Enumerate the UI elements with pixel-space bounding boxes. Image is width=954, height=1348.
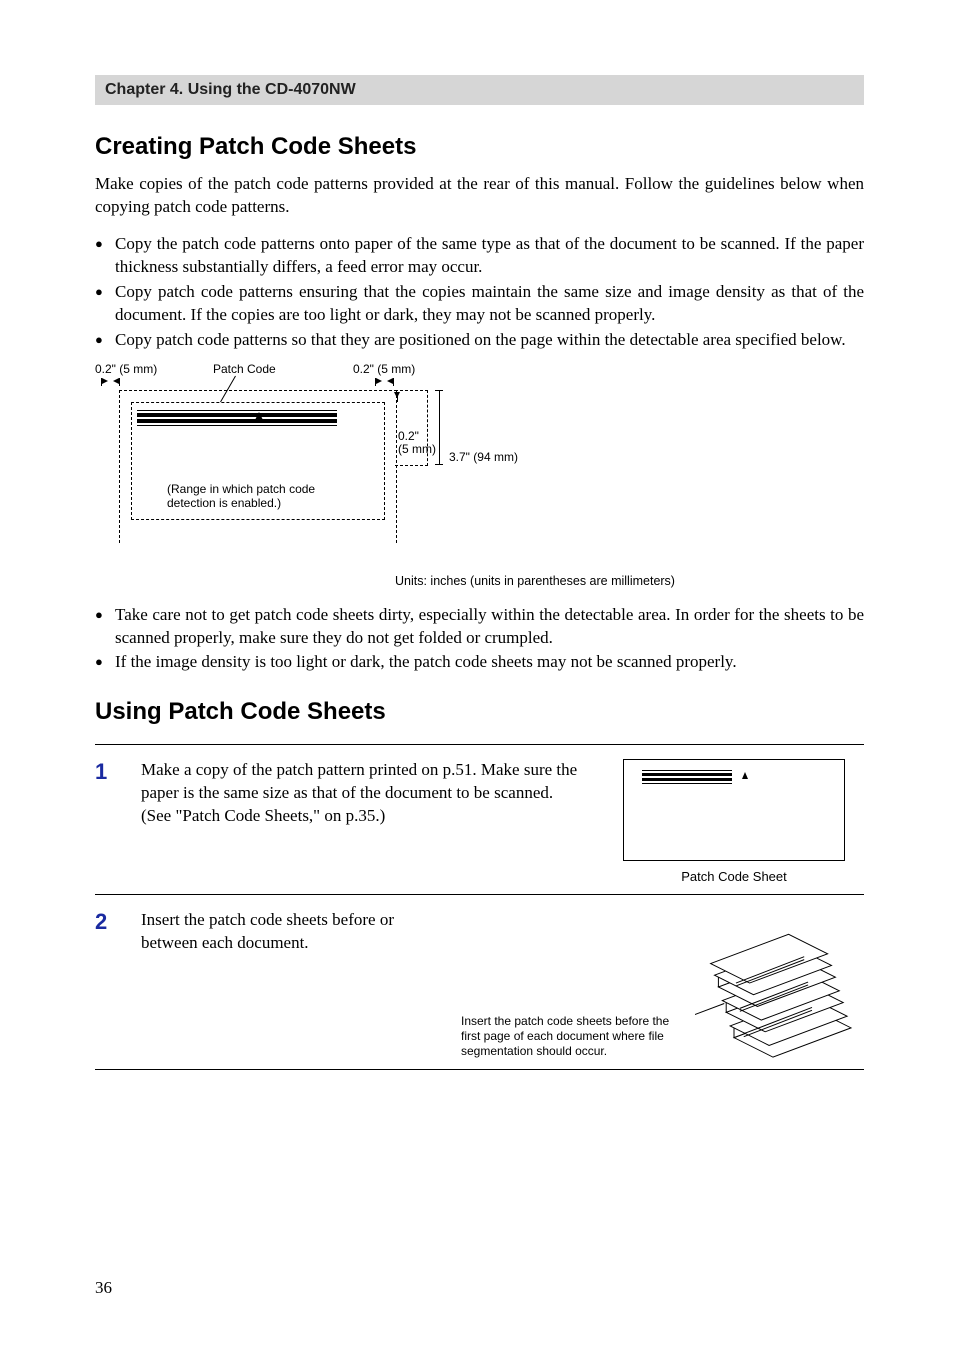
step-caption: Patch Code Sheet <box>604 869 864 884</box>
step-row: 2 Insert the patch code sheets before or… <box>95 894 864 1070</box>
diagram-left-margin-label: 0.2" (5 mm) <box>95 362 157 376</box>
bullet-item: Copy patch code patterns so that they ar… <box>95 329 864 352</box>
document-stack-icon <box>695 909 861 1059</box>
bullet-item: Take care not to get patch code sheets d… <box>95 604 864 650</box>
step-number: 1 <box>95 759 121 884</box>
patch-code-sheet-icon <box>623 759 845 861</box>
step-illustration: Patch Code Sheet <box>604 759 864 884</box>
diagram-patch-code-label: Patch Code <box>213 362 276 376</box>
section-title-creating: Creating Patch Code Sheets <box>95 133 864 161</box>
chapter-header: Chapter 4. Using the CD-4070NW <box>95 75 864 105</box>
bullet-item: Copy the patch code patterns onto paper … <box>95 233 864 279</box>
diagram-units-note: Units: inches (units in parentheses are … <box>395 574 864 588</box>
diagram-right-margin-label: 0.2" (5 mm) <box>353 362 415 376</box>
section-title-using: Using Patch Code Sheets <box>95 698 864 726</box>
step-row: 1 Make a copy of the patch pattern print… <box>95 744 864 894</box>
step-number: 2 <box>95 909 121 1059</box>
bullet-list-b: Take care not to get patch code sheets d… <box>95 604 864 675</box>
patch-code-diagram: 0.2" (5 mm) Patch Code 0.2" (5 mm) 0.2" <box>95 362 864 562</box>
intro-paragraph: Make copies of the patch code patterns p… <box>95 173 864 219</box>
page-number: 36 <box>95 1278 112 1298</box>
step-text: Insert the patch code sheets before or b… <box>141 909 441 1059</box>
bullet-list-a: Copy the patch code patterns onto paper … <box>95 233 864 352</box>
step-caption: Insert the patch code sheets before the … <box>461 1014 685 1059</box>
step-text: Make a copy of the patch pattern printed… <box>141 759 584 884</box>
diagram-inner-vert-label: 0.2" (5 mm) <box>398 430 436 456</box>
diagram-range-note: (Range in which patch code detection is … <box>167 482 347 511</box>
bullet-item: Copy patch code patterns ensuring that t… <box>95 281 864 327</box>
diagram-height-label: 3.7" (94 mm) <box>449 450 518 464</box>
bullet-item: If the image density is too light or dar… <box>95 651 864 674</box>
